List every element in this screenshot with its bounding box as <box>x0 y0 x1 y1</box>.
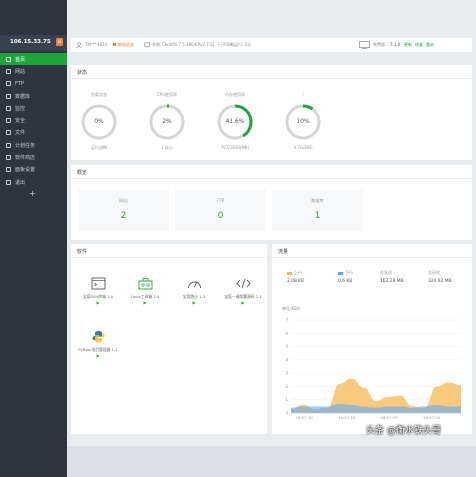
x-tick-label: 16:57:25 <box>423 415 441 420</box>
traffic-chart: 0 1 2 3 4 5 6 7 16:57:10 16:57:15 16:57:20 16:57:25 <box>285 318 461 420</box>
watermark: 头条 @衡水铁头哥 <box>366 426 441 436</box>
y-tick-label: 1 <box>285 397 288 402</box>
x-tick-label: 16:57:15 <box>338 415 356 420</box>
y-tick-label: 3 <box>285 371 288 376</box>
x-tick-label: 16:57:10 <box>296 415 314 420</box>
y-tick-label: 2 <box>285 384 288 389</box>
y-tick-label: 6 <box>285 331 288 336</box>
y-tick-label: 4 <box>285 357 288 362</box>
y-tick-label: 0 <box>285 411 288 416</box>
x-tick-label: 16:57:20 <box>381 415 399 420</box>
y-tick-label: 7 <box>285 318 288 323</box>
y-tick-label: 5 <box>285 344 288 349</box>
